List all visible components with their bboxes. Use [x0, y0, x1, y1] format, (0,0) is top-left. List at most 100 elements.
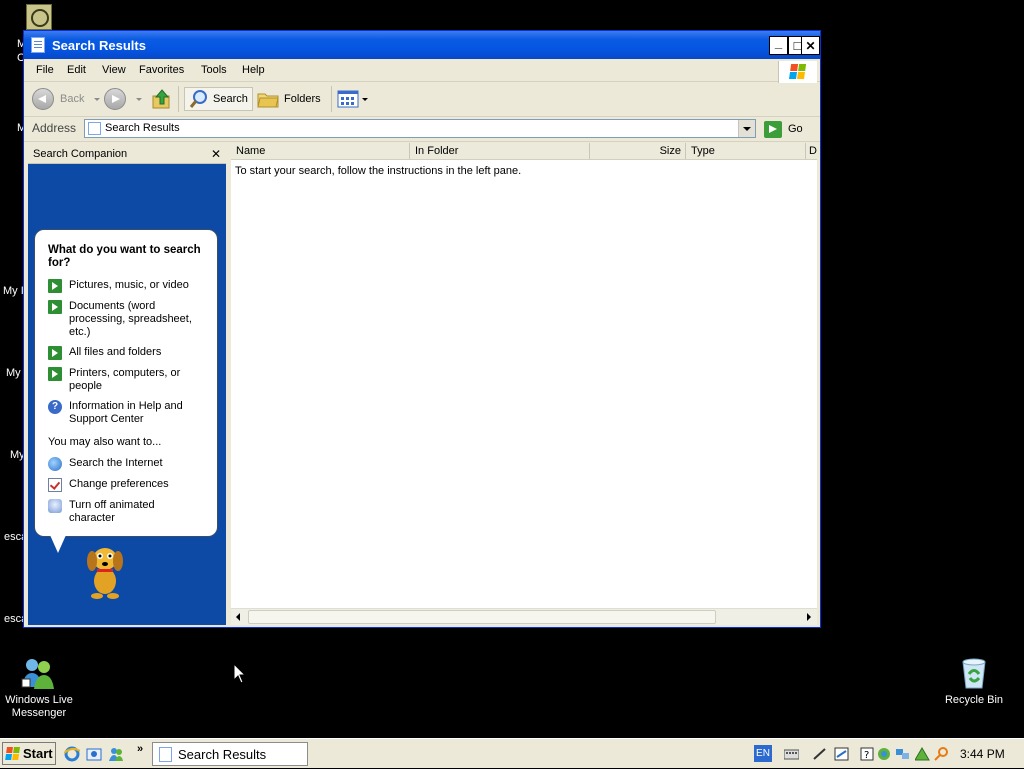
menu-tools[interactable]: Tools: [201, 64, 227, 76]
address-label: Address: [32, 121, 77, 135]
folders-label: Folders: [284, 93, 321, 105]
menu-bar: File Edit View Favorites Tools Help: [24, 59, 820, 82]
language-bar-icon[interactable]: [834, 747, 849, 761]
arrow-icon: [48, 300, 62, 314]
search-companion-close-button[interactable]: ✕: [211, 147, 221, 161]
column-in-folder[interactable]: In Folder: [410, 143, 590, 159]
search-options-balloon: What do you want to search for? Pictures…: [34, 229, 218, 537]
option-help-support-center[interactable]: ? Information in Help and Support Center: [48, 400, 213, 426]
mouse-cursor-icon: [234, 664, 246, 684]
back-dropdown-icon[interactable]: [94, 97, 101, 101]
taskbar: Start » Search Results EN ? 3:44 PM: [0, 738, 1024, 768]
search-icon: [189, 90, 207, 108]
column-name[interactable]: Name: [231, 143, 410, 159]
go-button[interactable]: Go: [764, 119, 803, 139]
column-type[interactable]: Type: [686, 143, 806, 159]
forward-dropdown-icon[interactable]: [136, 97, 142, 101]
start-label: Start: [23, 746, 53, 761]
minimize-button[interactable]: _: [769, 35, 788, 55]
up-folder-button[interactable]: [151, 86, 173, 112]
recycle-bin-icon[interactable]: [958, 656, 990, 690]
option-all-files-folders[interactable]: All files and folders: [48, 346, 213, 360]
address-dropdown-button[interactable]: [738, 120, 755, 137]
desktop-label-partial[interactable]: My: [6, 367, 21, 379]
character-icon: [48, 499, 62, 513]
menu-edit[interactable]: Edit: [67, 64, 86, 76]
standard-toolbar: Back Search Folders: [24, 82, 820, 117]
search-tray-icon[interactable]: [934, 747, 949, 761]
menu-help[interactable]: Help: [242, 64, 265, 76]
address-input[interactable]: Search Results: [84, 119, 756, 138]
arrow-icon: [48, 346, 62, 360]
horizontal-scrollbar[interactable]: [231, 608, 817, 625]
security-alert-icon[interactable]: [915, 747, 930, 761]
arrow-icon: [48, 367, 62, 381]
scroll-right-button[interactable]: [801, 609, 817, 625]
title-bar[interactable]: Search Results _ □ ✕: [24, 31, 820, 59]
folders-button[interactable]: Folders: [257, 86, 321, 112]
option-documents[interactable]: Documents (word processing, spreadsheet,…: [48, 300, 213, 339]
system-clock[interactable]: 3:44 PM: [960, 747, 1005, 761]
option-turn-off-character[interactable]: Turn off animated character: [48, 499, 213, 525]
option-change-preferences[interactable]: Change preferences: [48, 478, 213, 492]
search-button[interactable]: Search: [184, 87, 253, 111]
window-title: Search Results: [52, 38, 146, 53]
search-results-page-icon: [88, 122, 101, 135]
menu-favorites[interactable]: Favorites: [139, 64, 184, 76]
search-question: What do you want to search for?: [48, 244, 201, 269]
taskbar-search-results-button[interactable]: Search Results: [152, 742, 308, 766]
pen-tool-icon[interactable]: [812, 747, 827, 761]
back-button[interactable]: Back: [32, 86, 101, 112]
folders-icon: [257, 93, 279, 108]
results-instructions: To start your search, follow the instruc…: [235, 165, 522, 177]
search-label: Search: [213, 93, 248, 105]
windows-flag-icon: [5, 746, 21, 761]
taskbar-task-label: Search Results: [178, 746, 267, 762]
column-date-modified[interactable]: D: [806, 143, 817, 159]
desktop-shortcut-icon[interactable]: [26, 4, 52, 30]
menu-file[interactable]: File: [36, 64, 54, 76]
search-results-window-icon: [31, 37, 45, 53]
scrollbar-thumb[interactable]: [248, 610, 716, 624]
network-icon[interactable]: [877, 747, 892, 761]
quick-launch-more-button[interactable]: »: [137, 743, 143, 755]
search-results-list: Name In Folder Size Type D To start your…: [231, 143, 817, 625]
go-label: Go: [788, 123, 803, 135]
views-button[interactable]: [337, 86, 368, 112]
option-search-internet[interactable]: Search the Internet: [48, 457, 213, 471]
keyboard-icon[interactable]: [784, 747, 799, 761]
start-button[interactable]: Start: [2, 742, 56, 765]
search-dog-character-icon[interactable]: [82, 541, 128, 601]
windows-live-messenger-label[interactable]: Windows Live Messenger: [0, 694, 78, 720]
back-arrow-icon: [32, 88, 54, 110]
desktop-label-partial[interactable]: My I: [3, 285, 24, 297]
outlook-express-icon[interactable]: [86, 746, 102, 762]
internet-explorer-icon[interactable]: [64, 746, 80, 762]
recycle-bin-label[interactable]: Recycle Bin: [938, 694, 1010, 706]
globe-search-icon: [48, 457, 62, 471]
close-button[interactable]: ✕: [801, 36, 820, 55]
back-label: Back: [60, 93, 85, 105]
scroll-left-button[interactable]: [231, 609, 247, 625]
search-companion-title: Search Companion: [33, 148, 128, 160]
menu-view[interactable]: View: [102, 64, 126, 76]
help-tray-icon[interactable]: ?: [860, 747, 875, 761]
search-companion-header: Search Companion ✕: [28, 143, 226, 164]
forward-button[interactable]: [104, 86, 142, 112]
svg-text:?: ?: [864, 750, 869, 761]
views-dropdown-icon[interactable]: [362, 97, 368, 101]
network-connections-icon[interactable]: [895, 747, 910, 761]
language-indicator[interactable]: EN: [754, 745, 772, 762]
messenger-quicklaunch-icon[interactable]: [108, 746, 124, 762]
column-size[interactable]: Size: [590, 143, 686, 159]
option-pictures-music-video[interactable]: Pictures, music, or video: [48, 279, 213, 293]
search-results-window: Search Results _ □ ✕ File Edit View Favo…: [23, 30, 821, 628]
column-headers: Name In Folder Size Type D: [231, 143, 817, 160]
option-printers-computers-people[interactable]: Printers, computers, or people: [48, 367, 213, 393]
windows-live-messenger-icon[interactable]: [18, 657, 58, 691]
views-icon: [337, 90, 359, 108]
address-bar: Address Search Results Go: [24, 117, 820, 142]
search-companion-pane: Search Companion ✕ What do you want to s…: [28, 143, 226, 625]
address-value: Search Results: [105, 122, 180, 134]
balloon-tail: [50, 535, 66, 553]
